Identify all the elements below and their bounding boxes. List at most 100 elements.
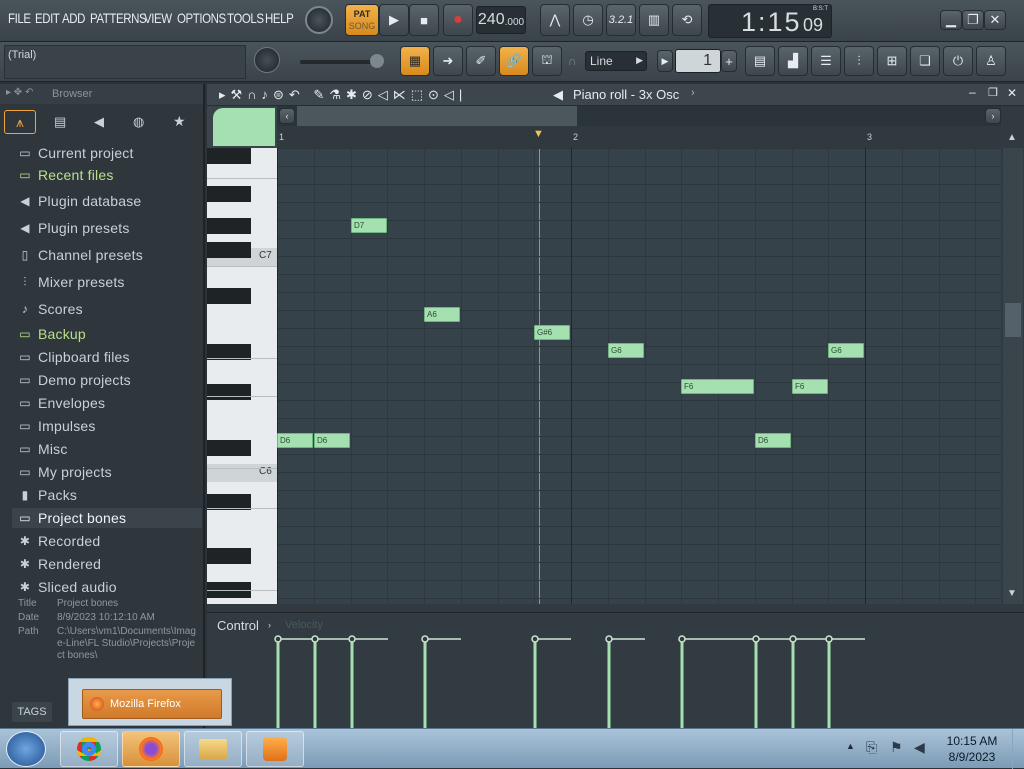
menu-patterns[interactable]: PATTERNS <box>90 10 147 26</box>
browser-item[interactable]: ▭ Recent files <box>18 165 114 185</box>
channel-routing-button[interactable]: ⊞ <box>877 46 907 76</box>
arrow-button[interactable]: ➜ <box>433 46 463 76</box>
browser-item[interactable]: ▮ Packs <box>18 485 77 505</box>
countdown-button[interactable]: 3.2.1 <box>606 4 636 36</box>
velocity-handle[interactable] <box>752 635 760 643</box>
pr-minimize-icon[interactable]: – <box>969 85 976 99</box>
menu-tools[interactable]: TOOLS <box>227 10 264 26</box>
play-button[interactable]: ▶ <box>379 4 409 36</box>
wait-for-input-button[interactable]: ◷ <box>573 4 603 36</box>
filter-all-button[interactable]: ⩚ <box>4 110 36 134</box>
pattern-add-button[interactable]: + <box>721 50 737 72</box>
corner-widget[interactable] <box>207 106 277 148</box>
velocity-lane[interactable] <box>207 613 1024 729</box>
scrollbar-thumb[interactable] <box>1005 303 1021 337</box>
velocity-handle[interactable] <box>274 635 282 643</box>
master-volume-knob[interactable] <box>305 6 333 34</box>
show-hidden-icons-icon[interactable]: ▲ <box>846 741 855 751</box>
filter-files-icon[interactable]: ▤ <box>54 114 66 130</box>
browser-item[interactable]: ▭ My projects <box>18 462 112 482</box>
record-button[interactable]: ● <box>443 4 473 36</box>
master-volume-slider[interactable] <box>300 54 384 68</box>
note-block[interactable]: F6 <box>792 379 828 394</box>
velocity-handle[interactable] <box>531 635 539 643</box>
playhead-marker-icon[interactable]: ▼ <box>533 128 544 140</box>
velocity-handle[interactable] <box>678 635 686 643</box>
menu-file[interactable]: FILE <box>8 10 31 26</box>
slider-handle[interactable] <box>370 54 384 68</box>
master-pitch-knob[interactable] <box>254 47 280 73</box>
brush-button[interactable]: ✐ <box>466 46 496 76</box>
pattern-prev-button[interactable]: ▶ <box>657 50 673 72</box>
mixer-button[interactable]: ⫶ <box>844 46 874 76</box>
clock[interactable]: 10:15 AM 8/9/2023 <box>944 733 1000 765</box>
step-edit-button[interactable]: ▥ <box>639 4 669 36</box>
scroll-left-button[interactable]: ‹ <box>279 108 295 124</box>
speaker-icon[interactable]: ◀ <box>553 87 563 103</box>
note-block[interactable]: A6 <box>424 307 460 322</box>
filter-favorites-icon[interactable]: ★ <box>173 113 186 130</box>
loop-record-button[interactable]: ⟲ <box>672 4 702 36</box>
firefox-preview-item[interactable]: Mozilla Firefox <box>82 689 222 719</box>
overview-view-window[interactable] <box>297 106 577 126</box>
piano-roll-button[interactable]: ▟ <box>778 46 808 76</box>
black-key[interactable] <box>207 186 251 202</box>
piano-roll-overview[interactable] <box>277 106 1001 126</box>
velocity-handle[interactable] <box>421 635 429 643</box>
note-block[interactable]: D6 <box>314 433 350 448</box>
menu-help[interactable]: HELP <box>265 10 294 26</box>
note-block[interactable]: D7 <box>351 218 387 233</box>
maximize-button[interactable]: ❐ <box>962 10 984 30</box>
tempo-display[interactable]: 240 .000 <box>476 6 526 34</box>
note-grid[interactable]: D6 D6 D7 A6 G#6 G6 F6 D6 F6 G6 <box>277 148 1001 604</box>
playlist-button[interactable]: ▤ <box>745 46 775 76</box>
stop-button[interactable]: ■ <box>409 4 439 36</box>
scroll-right-button[interactable]: › <box>985 108 1001 124</box>
timeline-ruler[interactable]: 1 2 3 ▼ <box>277 126 1001 148</box>
vertical-scrollbar[interactable] <box>1003 148 1023 604</box>
pr-close-icon[interactable]: ✕ <box>1007 86 1017 100</box>
piano-roll-tools-icons[interactable]: ▸⚒∩♪⊜↶ ✎⚗✱⊘◁⋉⬚⊙◁| <box>219 87 467 103</box>
browser-item[interactable]: ▭ Envelopes <box>18 393 105 413</box>
menu-add[interactable]: ADD <box>62 10 85 26</box>
scroll-down-icon[interactable]: ▼ <box>1007 588 1017 599</box>
event-editor[interactable]: Control › Velocity <box>207 612 1024 729</box>
pr-maximize-icon[interactable]: ❐ <box>988 86 998 99</box>
metronome-hat-button[interactable]: ⛫ <box>532 46 562 76</box>
browser-item[interactable]: ▭ Demo projects <box>18 370 131 390</box>
browser-arrows-icon[interactable]: ▸ ✥ ↶ <box>6 87 33 98</box>
scroll-up-icon[interactable]: ▲ <box>1007 132 1017 143</box>
pattern-song-toggle[interactable]: PAT SONG <box>345 4 379 36</box>
browser-item[interactable]: ✱ Recorded <box>18 531 100 551</box>
minimize-button[interactable]: ▁ <box>940 10 962 30</box>
piano-roll-view-button[interactable]: ▦ <box>400 46 430 76</box>
browser-item[interactable]: ▭ Clipboard files <box>18 347 130 367</box>
piano-keyboard[interactable]: C7 C6 <box>207 148 277 604</box>
browser-item[interactable]: ▭ Backup <box>18 324 86 344</box>
browser-item[interactable]: ▭ Project bones <box>12 508 202 528</box>
action-center-icon[interactable]: ⚑ <box>890 739 903 756</box>
start-button[interactable] <box>6 731 46 767</box>
velocity-handle[interactable] <box>311 635 319 643</box>
note-block[interactable]: G6 <box>608 343 644 358</box>
browser-item[interactable]: ▭ Misc <box>18 439 68 459</box>
velocity-handle[interactable] <box>348 635 356 643</box>
link-button[interactable]: 🔗 <box>499 46 529 76</box>
browser-item[interactable]: ▭ Current project <box>18 143 134 163</box>
browser-item[interactable]: ▯ Channel presets <box>18 245 143 265</box>
note-block[interactable]: F6 <box>681 379 754 394</box>
black-key[interactable] <box>207 384 251 400</box>
show-desktop-button[interactable] <box>1012 729 1024 769</box>
taskbar-explorer[interactable] <box>184 731 242 767</box>
menu-view[interactable]: VIEW <box>144 10 172 26</box>
plugin-picker-button[interactable]: ⏻ <box>943 46 973 76</box>
menu-options[interactable]: OPTIONS <box>177 10 226 26</box>
note-block[interactable]: G6 <box>828 343 864 358</box>
taskbar-chrome[interactable] <box>60 731 118 767</box>
browser-item[interactable]: ▭ Impulses <box>18 416 96 436</box>
browser-item[interactable]: ◀ Plugin presets <box>18 218 130 238</box>
note-block[interactable]: D6 <box>755 433 791 448</box>
metronome-button[interactable]: ⋀ <box>540 4 570 36</box>
black-key[interactable] <box>207 440 251 456</box>
volume-icon[interactable]: ◀ <box>914 739 925 756</box>
